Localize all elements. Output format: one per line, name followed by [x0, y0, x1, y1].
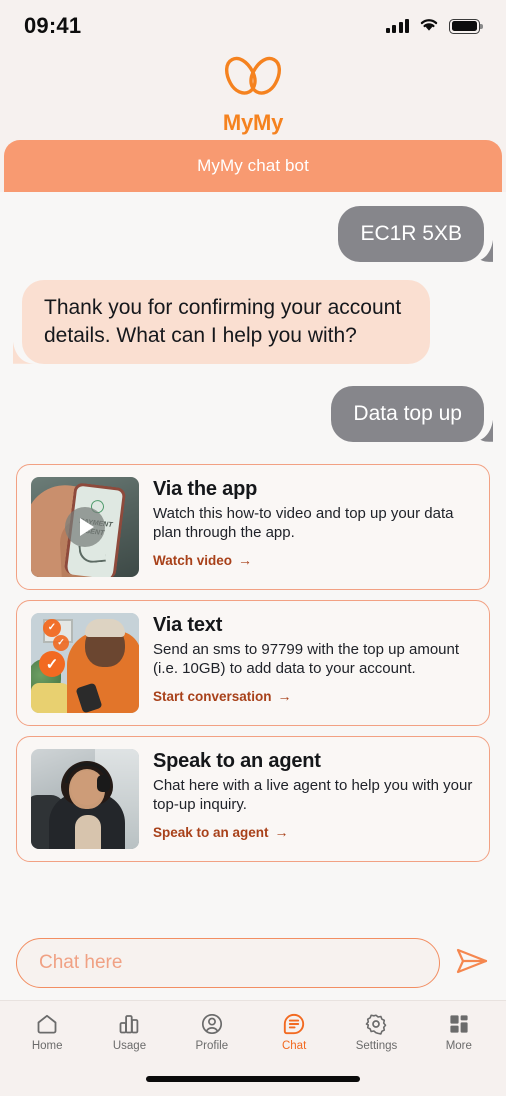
status-bar-time: 09:41 — [24, 13, 82, 38]
tab-label: Profile — [195, 1039, 229, 1052]
check-badge-icon: ✓ — [53, 634, 69, 651]
person-circle-icon — [200, 1012, 224, 1036]
chat-bubble-user: EC1R 5XB — [338, 206, 484, 262]
option-card-list: PAYMENTSENT Via the app Watch this how-t… — [16, 463, 490, 862]
tab-label: More — [445, 1039, 472, 1052]
check-badge-icon: ✓ — [39, 650, 65, 677]
tab-label: Home — [31, 1039, 63, 1052]
gear-icon — [364, 1012, 388, 1036]
tab-home[interactable]: Home — [9, 1012, 85, 1052]
bottom-tab-bar: Home Usage Profile Chat Settings More — [0, 1000, 506, 1062]
grid-icon — [447, 1012, 471, 1036]
message-row-user-postcode: EC1R 5XB — [16, 206, 490, 262]
option-card-description: Send an sms to 97799 with the top up amo… — [153, 640, 460, 678]
option-card-title: Via text — [153, 613, 223, 636]
tab-chat[interactable]: Chat — [256, 1012, 332, 1052]
option-card-speak-to-an-agent[interactable]: Speak to an agent Chat here with a live … — [16, 735, 490, 862]
tab-label: Settings — [355, 1039, 398, 1052]
agent-thumbnail — [31, 748, 139, 849]
chat-input[interactable]: Chat here — [16, 938, 440, 988]
brand-wordmark: MyMy — [222, 110, 284, 135]
message-row-user-request: Data top up — [16, 385, 490, 442]
message-composer: Chat here — [0, 926, 506, 1000]
option-card-description: Watch this how-to video and top up your … — [153, 504, 454, 542]
arrow-right-icon: → — [277, 688, 292, 705]
option-card-title: Via the app — [153, 477, 258, 500]
app-screen: 09:41 MyMy MyMy chat bot EC1R 5XB Thank … — [0, 0, 506, 1096]
conversation-area[interactable]: EC1R 5XB Thank you for confirming your a… — [0, 192, 506, 926]
home-indicator-area — [0, 1062, 506, 1096]
tab-settings[interactable]: Settings — [338, 1012, 414, 1052]
tab-usage[interactable]: Usage — [91, 1012, 167, 1052]
play-icon[interactable] — [65, 506, 105, 547]
status-bar-icons — [385, 16, 483, 37]
home-indicator[interactable] — [146, 1076, 360, 1082]
send-button[interactable] — [454, 945, 490, 981]
via-text-thumbnail: ✓ ✓ ✓ — [31, 612, 139, 713]
tab-more[interactable]: More — [421, 1012, 497, 1052]
home-icon — [35, 1012, 59, 1036]
message-row-bot-greeting: Thank you for confirming your account de… — [16, 279, 490, 364]
chat-bot-header-title: MyMy chat bot — [197, 156, 309, 175]
option-card-link-label: Start conversation — [153, 688, 272, 704]
chat-bot-header: MyMy chat bot — [4, 140, 502, 192]
video-thumbnail[interactable]: PAYMENTSENT — [31, 476, 139, 577]
mymy-logo-icon — [224, 54, 282, 109]
status-bar: 09:41 — [0, 0, 506, 52]
signal-bars-icon — [385, 19, 409, 33]
option-card-description: Chat here with a live agent to help you … — [153, 776, 473, 814]
option-card-link-label: Speak to an agent — [153, 824, 269, 840]
option-card-via-text[interactable]: ✓ ✓ ✓ Via text Send an sms to 97799 with… — [16, 599, 490, 726]
watch-video-link[interactable]: Watch video → — [153, 552, 252, 568]
tab-label: Usage — [112, 1039, 147, 1052]
arrow-right-icon: → — [274, 824, 289, 841]
check-badge-icon: ✓ — [43, 618, 61, 637]
brand-header: MyMy — [0, 52, 506, 140]
wifi-icon — [418, 16, 440, 37]
start-conversation-link[interactable]: Start conversation → — [153, 688, 292, 704]
chat-input-placeholder: Chat here — [39, 952, 123, 973]
send-paper-plane-icon — [455, 946, 489, 981]
arrow-right-icon: → — [238, 552, 253, 569]
tab-label: Chat — [281, 1039, 307, 1052]
battery-full-icon — [449, 18, 483, 34]
chat-bubble-bot: Thank you for confirming your account de… — [22, 279, 430, 364]
tab-profile[interactable]: Profile — [174, 1012, 250, 1052]
chat-bubble-user: Data top up — [331, 385, 484, 442]
chat-bubble-icon — [282, 1012, 306, 1036]
speak-to-an-agent-link[interactable]: Speak to an agent → — [153, 824, 289, 840]
option-card-via-the-app[interactable]: PAYMENTSENT Via the app Watch this how-t… — [16, 463, 490, 590]
option-card-link-label: Watch video — [153, 552, 233, 568]
option-card-title: Speak to an agent — [153, 749, 321, 772]
bar-chart-icon — [117, 1012, 141, 1036]
